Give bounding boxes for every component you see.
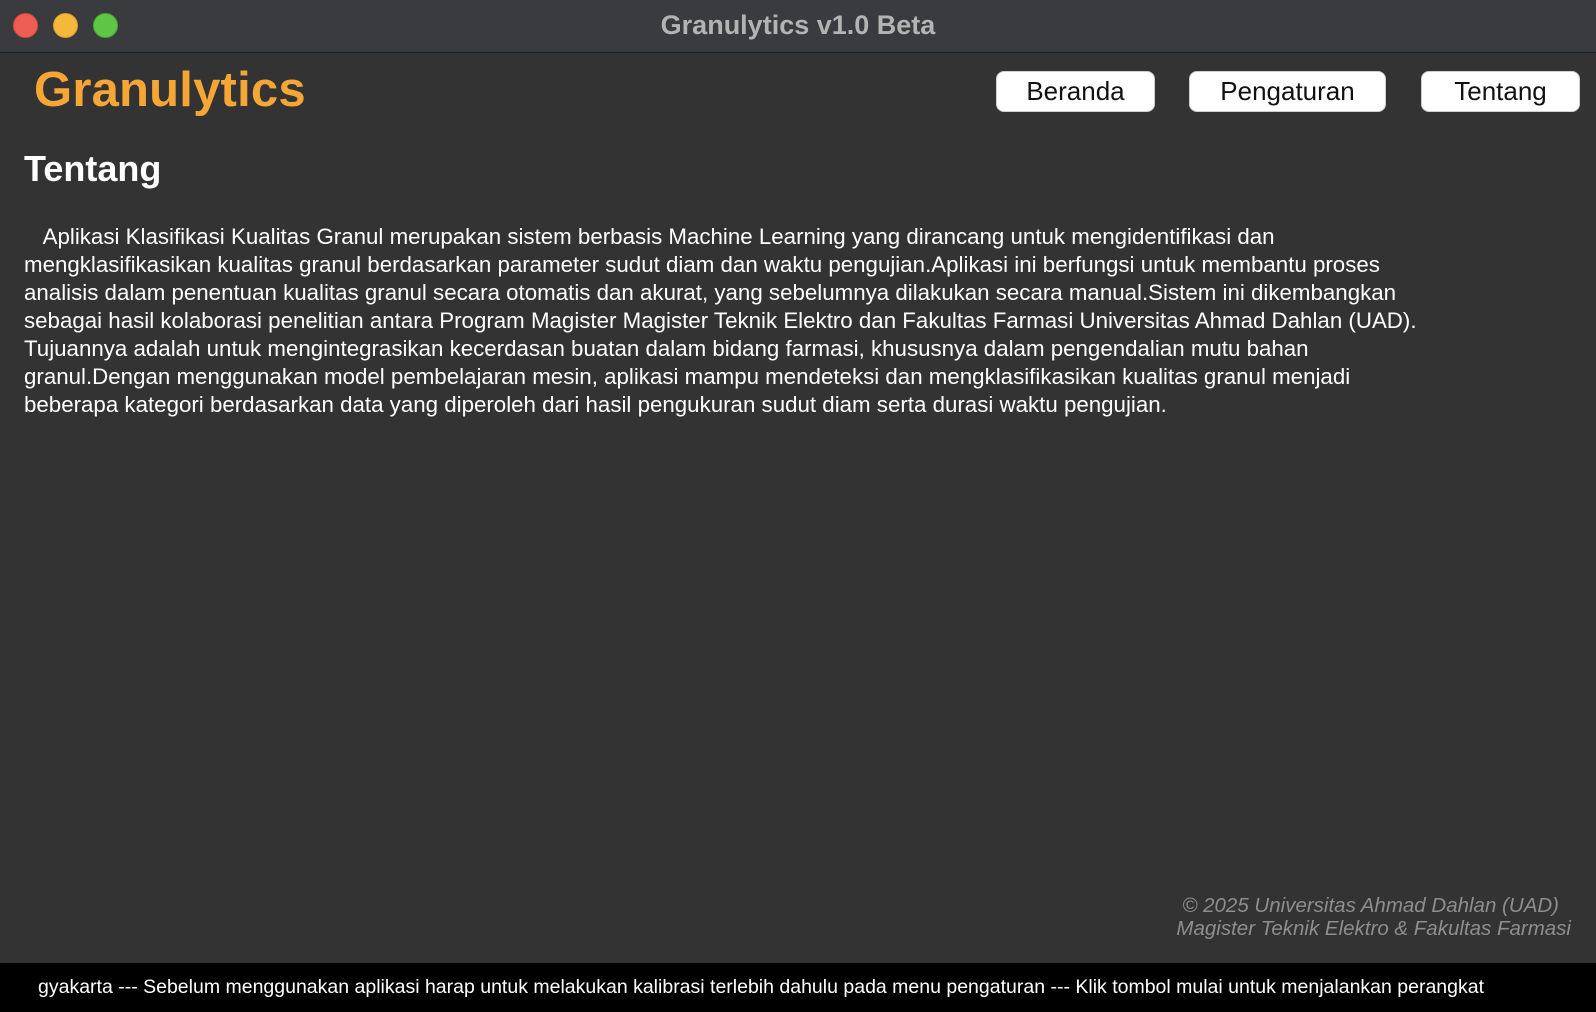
nav-button-tentang[interactable]: Tentang	[1421, 71, 1580, 112]
title-bar[interactable]: Granulytics v1.0 Beta	[0, 0, 1596, 53]
app-window: Granulytics v1.0 Beta Granulytics Berand…	[0, 0, 1596, 1012]
app-brand-title: Granulytics	[34, 63, 306, 117]
ticker-bar: gyakarta --- Sebelum menggunakan aplikas…	[0, 963, 1596, 1012]
window-title: Granulytics v1.0 Beta	[660, 10, 936, 40]
page-title: Tentang	[24, 148, 162, 189]
nav-button-beranda[interactable]: Beranda	[996, 71, 1155, 112]
about-description: Aplikasi Klasifikasi Kualitas Granul mer…	[24, 224, 1423, 417]
nav-button-pengaturan[interactable]: Pengaturan	[1189, 71, 1386, 112]
footer-department: Magister Teknik Elektro & Fakultas Farma…	[1176, 917, 1571, 940]
footer-copyright: © 2025 Universitas Ahmad Dahlan (UAD)	[1182, 894, 1559, 917]
footer-credit: © 2025 Universitas Ahmad Dahlan (UAD) Ma…	[1176, 894, 1571, 940]
ticker-text: gyakarta --- Sebelum menggunakan aplikas…	[38, 976, 1484, 998]
